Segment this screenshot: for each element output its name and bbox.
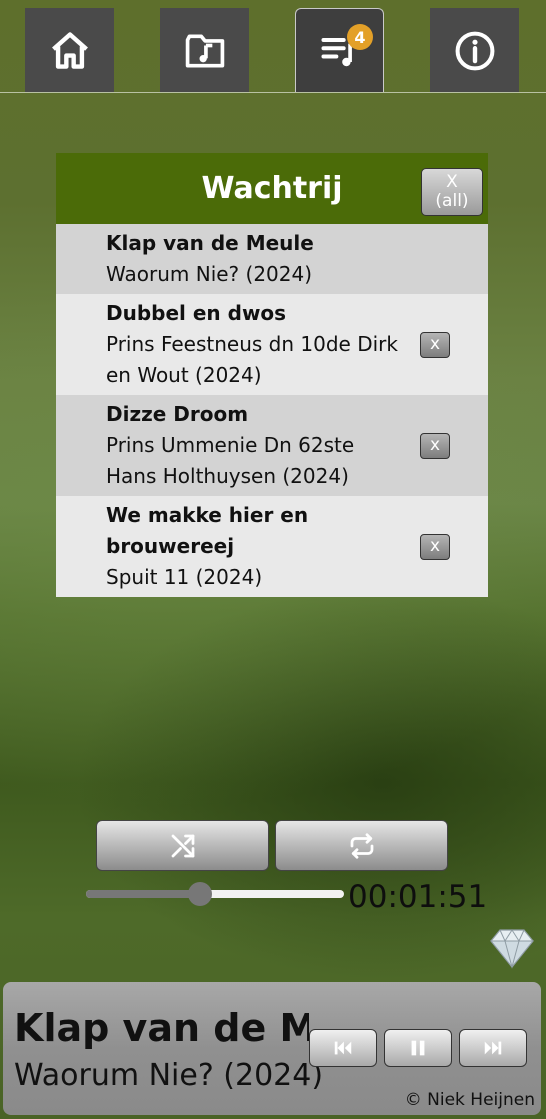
queue-item[interactable]: We makke hier en brouwereej Spuit 11 (20… [56, 496, 488, 597]
elapsed-time: 00:01:51 [348, 879, 488, 915]
repeat-icon [350, 832, 373, 859]
top-navigation: 4 [0, 0, 546, 93]
queue-item-artist: Spuit 11 (2024) [106, 565, 263, 589]
shuffle-button[interactable] [96, 820, 269, 871]
diamond-icon[interactable] [487, 925, 537, 971]
nav-divider [0, 92, 546, 93]
queue-item-artist: Waorum Nie? (2024) [106, 262, 313, 286]
queue-item-artist: Prins Ummenie Dn 62ste Hans Holthuysen (… [106, 433, 355, 488]
remove-item-button[interactable]: x [420, 331, 450, 358]
nav-info-button[interactable] [430, 8, 519, 93]
queue-count-badge: 4 [347, 24, 373, 50]
now-playing-title: Klap van de Meule [14, 1006, 309, 1050]
remove-item-button[interactable]: x [420, 533, 450, 560]
clear-all-label-all: (all) [435, 191, 469, 211]
queue-item-title: We makke hier en brouwereej [106, 503, 309, 558]
nav-queue-button[interactable]: 4 [295, 8, 384, 93]
pause-button[interactable] [384, 1029, 452, 1067]
music-folder-icon [185, 34, 224, 67]
next-icon [484, 1041, 502, 1055]
remove-item-button[interactable]: x [420, 432, 450, 459]
queue-list: Klap van de Meule Waorum Nie? (2024) Dub… [56, 224, 488, 597]
shuffle-icon [171, 834, 194, 857]
progress-thumb[interactable] [187, 882, 212, 906]
copyright-text: © Niek Heijnen [404, 1090, 535, 1110]
queue-item[interactable]: Dubbel en dwos Prins Feestneus dn 10de D… [56, 294, 488, 395]
queue-item-title: Dubbel en dwos [106, 301, 287, 325]
home-icon [51, 31, 88, 69]
next-button[interactable] [459, 1029, 527, 1067]
now-playing-artist: Waorum Nie? (2024) [14, 1058, 324, 1093]
queue-item-artist: Prins Feestneus dn 10de Dirk en Wout (20… [106, 332, 398, 387]
previous-button[interactable] [309, 1029, 377, 1067]
repeat-button[interactable] [275, 820, 448, 871]
queue-panel: Wachtrij X (all) Klap van de Meule Waoru… [56, 153, 488, 597]
previous-icon [334, 1041, 352, 1055]
clear-all-button[interactable]: X (all) [421, 168, 483, 216]
queue-item-title: Dizze Droom [106, 402, 249, 426]
clear-all-label-x: X [446, 172, 458, 192]
queue-title: Wachtrij [201, 171, 343, 206]
progress-slider[interactable] [86, 882, 344, 906]
queue-item[interactable]: Klap van de Meule Waorum Nie? (2024) [56, 224, 488, 294]
queue-header: Wachtrij X (all) [56, 153, 488, 224]
queue-item-title: Klap van de Meule [106, 231, 314, 255]
queue-item[interactable]: Dizze Droom Prins Ummenie Dn 62ste Hans … [56, 395, 488, 496]
now-playing-bar: Klap van de Meule Waorum Nie? (2024) © N… [3, 982, 541, 1115]
progress-fill [86, 890, 200, 898]
nav-home-button[interactable] [25, 8, 114, 93]
info-icon [455, 31, 494, 70]
pause-icon [411, 1040, 425, 1056]
nav-library-button[interactable] [160, 8, 249, 93]
